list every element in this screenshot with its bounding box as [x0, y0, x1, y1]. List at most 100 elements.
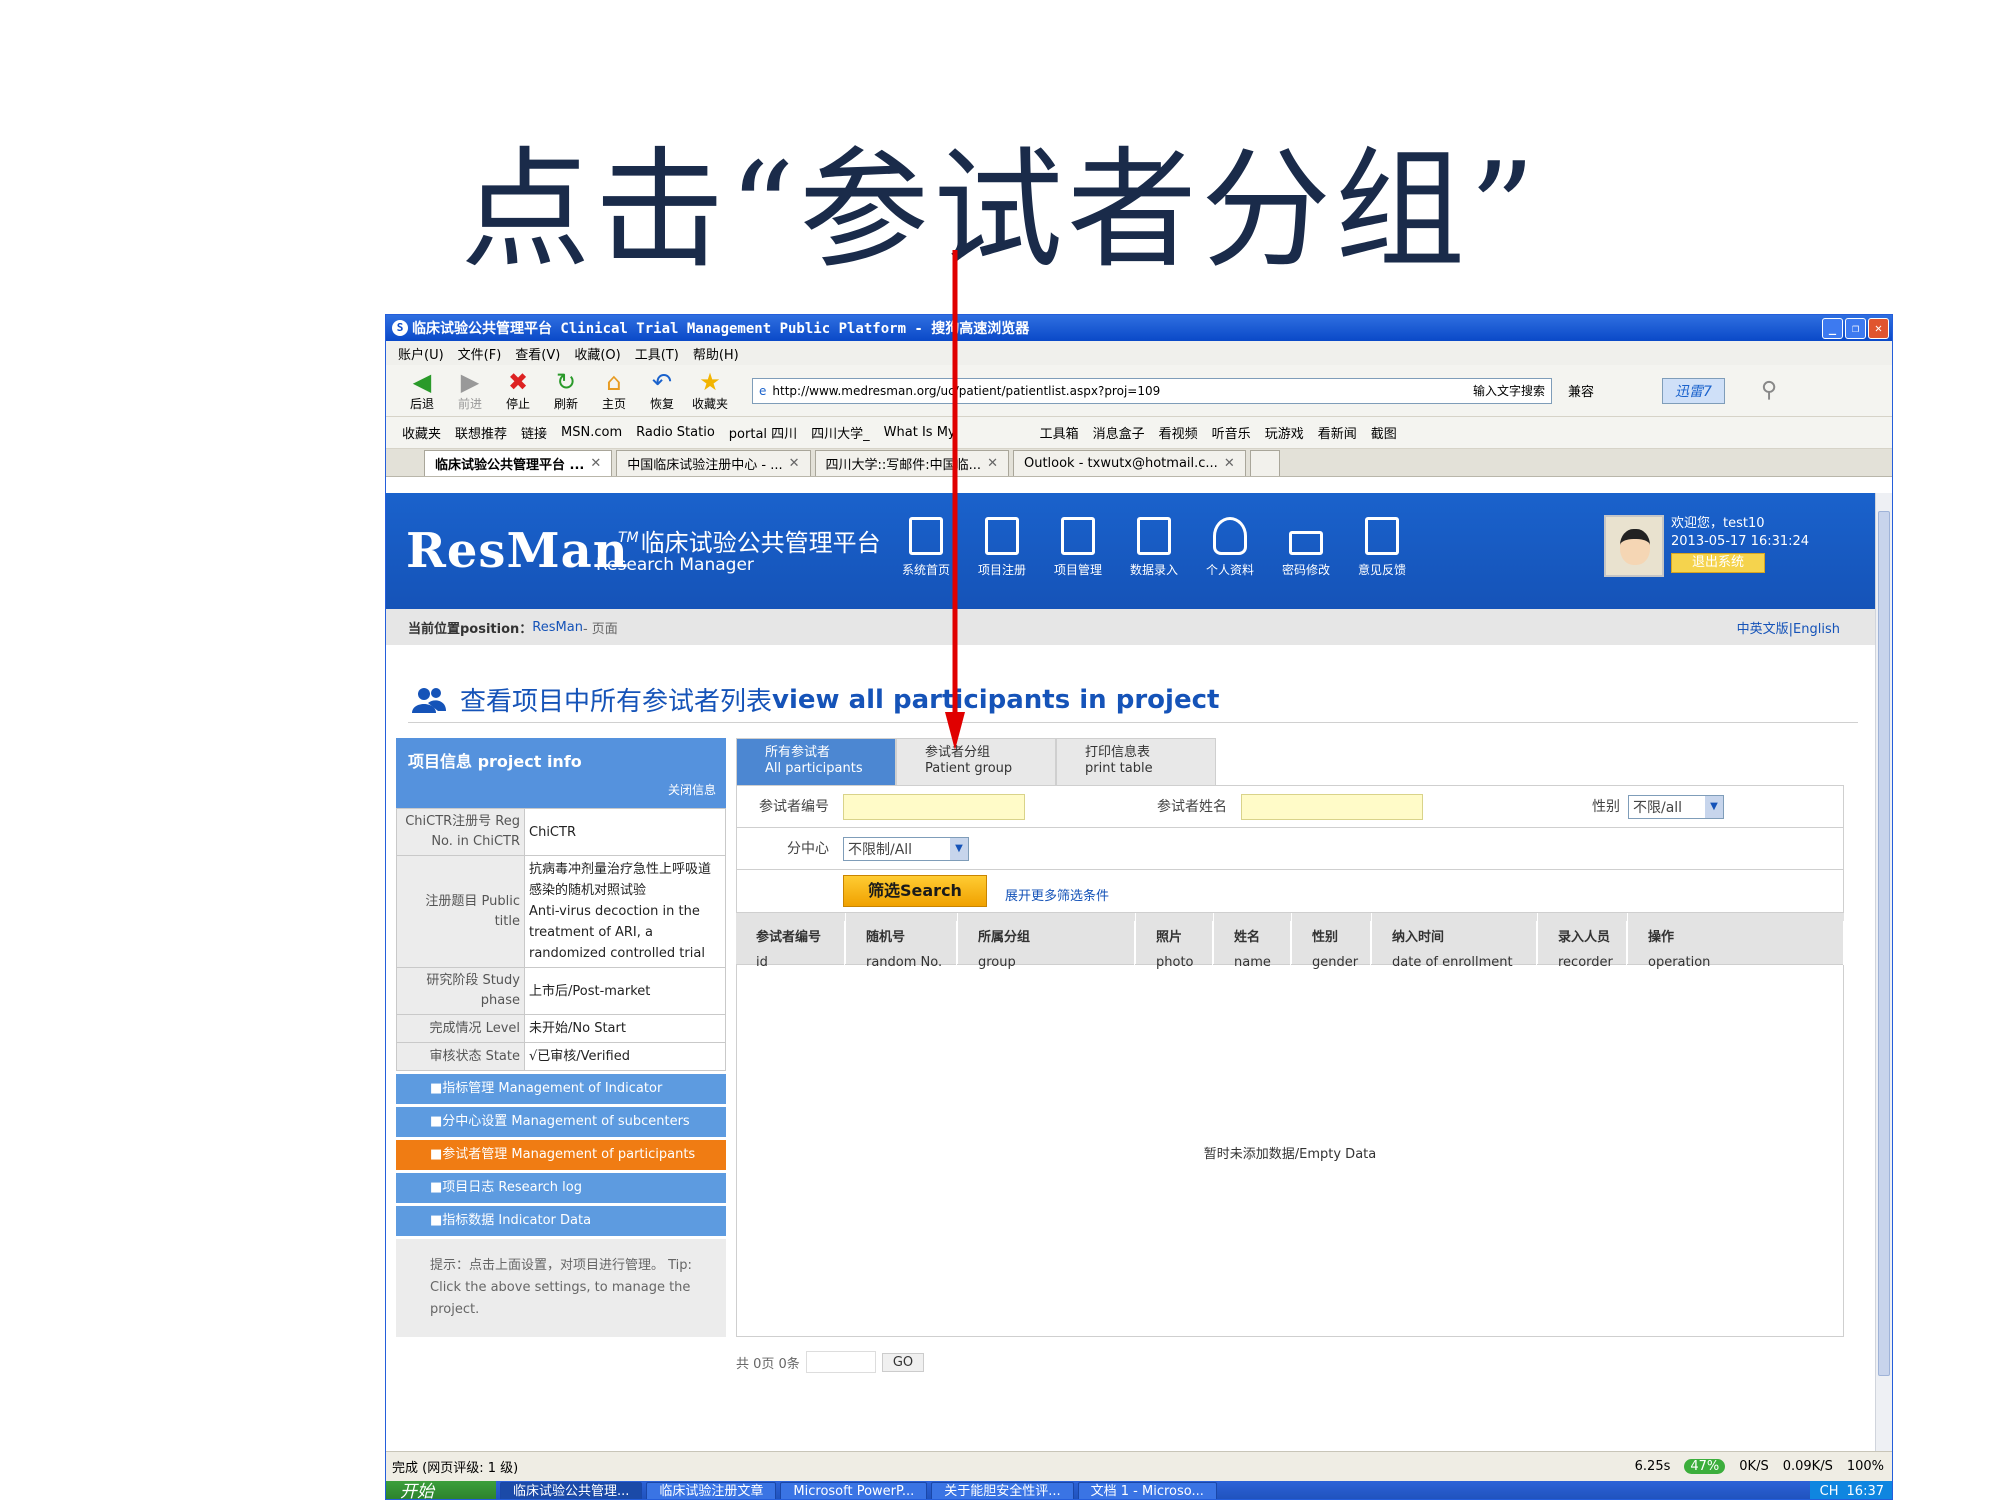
- fav-item[interactable]: 收藏夹: [402, 423, 441, 442]
- browser-tab[interactable]: Outlook - txwutx@hotmail.c... ✕: [1012, 450, 1246, 476]
- go-button[interactable]: GO: [881, 1352, 925, 1372]
- nav-register[interactable]: 项目注册: [972, 517, 1032, 578]
- home-button[interactable]: ⌂ 主页: [594, 369, 634, 412]
- menu-research-log[interactable]: ■项目日志 Research log: [396, 1173, 726, 1203]
- col-group[interactable]: 所属分组 group: [958, 913, 1136, 971]
- col-id[interactable]: 参试者编号 id: [736, 913, 846, 971]
- vertical-scrollbar[interactable]: [1875, 493, 1892, 1451]
- page-content: ResMan TM临床试验公共管理平台 Research Manager 系统首…: [386, 493, 1876, 1451]
- close-tab-icon[interactable]: ✕: [1224, 456, 1235, 471]
- fav-item[interactable]: 工具箱: [1040, 423, 1079, 442]
- col-operation[interactable]: 操作 operation: [1628, 913, 1844, 971]
- start-button[interactable]: 开始: [386, 1481, 496, 1499]
- keyboard-icon: [1289, 531, 1323, 555]
- tab-all-participants[interactable]: 所有参试者 All participants: [736, 738, 896, 785]
- browser-tab[interactable]: 四川大学::写邮件:中国临... ✕: [814, 450, 1009, 476]
- menu-participant-management[interactable]: ■参试者管理 Management of participants: [396, 1140, 726, 1170]
- compat-button[interactable]: 兼容: [1568, 381, 1594, 400]
- back-button[interactable]: ◀ 后退: [402, 369, 442, 412]
- fav-item[interactable]: Radio Statio: [636, 425, 715, 440]
- nav-data-entry[interactable]: 数据录入: [1124, 517, 1184, 578]
- status-bar: 完成 (网页评级: 1 级) 6.25s 47% 0K/S 0.09K/S 10…: [386, 1451, 1892, 1481]
- minimize-button[interactable]: _: [1822, 317, 1843, 339]
- language-switch[interactable]: 中英文版|English: [1737, 618, 1840, 637]
- fav-item[interactable]: 四川大学_: [811, 423, 870, 442]
- tab-patient-group[interactable]: 参试者分组 Patient group: [896, 738, 1056, 785]
- filter-row: 分中心 不限制/All ▼: [737, 828, 1843, 870]
- taskbar-item[interactable]: 临床试验注册文章: [646, 1482, 777, 1499]
- public-title-cn: 抗病毒冲剂量治疗急性上呼吸道感染的随机对照试验: [529, 862, 712, 898]
- col-random-no[interactable]: 随机号 random No.: [846, 913, 958, 971]
- favorites-button[interactable]: ★ 收藏夹: [690, 369, 730, 412]
- zoom-level[interactable]: 100%: [1847, 1459, 1884, 1474]
- logout-button[interactable]: 退出系统: [1671, 553, 1766, 573]
- tab-print-table[interactable]: 打印信息表 print table: [1056, 738, 1216, 785]
- menu-account[interactable]: 账户(U): [398, 344, 444, 363]
- menu-indicator-management[interactable]: ■指标管理 Management of Indicator: [396, 1074, 726, 1104]
- search-button[interactable]: 筛选Search: [843, 875, 987, 907]
- menu-favorites[interactable]: 收藏(O): [574, 344, 620, 363]
- col-enroll-date[interactable]: 纳入时间 date of enrollment: [1372, 913, 1538, 971]
- fav-item[interactable]: 看视频: [1159, 423, 1198, 442]
- col-recorder[interactable]: 录入人员 recorder: [1538, 913, 1628, 971]
- fav-item[interactable]: 链接: [521, 423, 547, 442]
- close-tab-icon[interactable]: ✕: [987, 456, 998, 471]
- participant-id-input[interactable]: [843, 793, 1025, 820]
- nav-profile[interactable]: 个人资料: [1200, 517, 1260, 578]
- fav-item[interactable]: 消息盒子: [1093, 423, 1145, 442]
- menu-help[interactable]: 帮助(H): [693, 344, 739, 363]
- menu-indicator-data[interactable]: ■指标数据 Indicator Data: [396, 1206, 726, 1236]
- col-gender[interactable]: 性别 gender: [1292, 913, 1372, 971]
- taskbar-item[interactable]: 临床试验公共管理...: [500, 1482, 643, 1499]
- col-name[interactable]: 姓名 name: [1214, 913, 1292, 971]
- nav-manage[interactable]: 项目管理: [1048, 517, 1108, 578]
- stop-button[interactable]: ✖ 停止: [498, 369, 538, 412]
- fav-item[interactable]: 玩游戏: [1265, 423, 1304, 442]
- center-select[interactable]: 不限制/All ▼: [843, 836, 969, 861]
- reg-no-value[interactable]: ChiCTR: [524, 808, 726, 856]
- address-bar[interactable]: e http://www.medresman.org/uc/patient/pa…: [752, 377, 1552, 404]
- gender-select[interactable]: 不限/all ▼: [1628, 794, 1724, 819]
- welcome-text: 欢迎您，test10: [1671, 516, 1765, 531]
- info-row: 研究阶段 Study phase 上市后/Post-market: [396, 967, 726, 1015]
- menu-file[interactable]: 文件(F): [458, 344, 502, 363]
- xunlei-button[interactable]: 迅雷7: [1662, 377, 1725, 404]
- system-tray: CH 16:37: [1809, 1481, 1892, 1499]
- nav-password[interactable]: 密码修改: [1276, 517, 1336, 578]
- taskbar-item[interactable]: 关于能胆安全性评...: [931, 1482, 1074, 1499]
- col-photo[interactable]: 照片 photo: [1136, 913, 1214, 971]
- restore-button[interactable]: ❐: [1845, 317, 1866, 339]
- search-icon[interactable]: ⚲: [1761, 378, 1777, 403]
- refresh-button[interactable]: ↻ 刷新: [546, 369, 586, 412]
- browser-tab[interactable]: 中国临床试验注册中心 - ... ✕: [616, 450, 811, 476]
- stop-label: 停止: [505, 397, 530, 411]
- forward-button[interactable]: ▶ 前进: [450, 369, 490, 412]
- fav-item[interactable]: 看新闻: [1318, 423, 1357, 442]
- fav-item[interactable]: 听音乐: [1212, 423, 1251, 442]
- browser-tab[interactable]: 临床试验公共管理平台 ... ✕: [424, 450, 613, 476]
- restore-tabs-button[interactable]: ↶ 恢复: [642, 369, 682, 412]
- new-tab-button[interactable]: [1249, 450, 1280, 476]
- input-method[interactable]: CH: [1820, 1481, 1839, 1499]
- scrollbar-thumb[interactable]: [1878, 511, 1890, 1376]
- more-filters-link[interactable]: 展开更多筛选条件: [1005, 885, 1109, 904]
- forward-arrow-icon: ▶: [460, 368, 480, 396]
- fav-item[interactable]: 截图: [1371, 423, 1397, 442]
- fav-item[interactable]: MSN.com: [561, 425, 622, 440]
- participant-name-input[interactable]: [1241, 793, 1423, 820]
- menu-tools[interactable]: 工具(T): [635, 344, 679, 363]
- close-tab-icon[interactable]: ✕: [590, 456, 601, 471]
- slide-title: 点击“参试者分组”: [460, 134, 1540, 286]
- close-window-button[interactable]: ✕: [1868, 317, 1889, 339]
- breadcrumb-link[interactable]: ResMan: [532, 620, 583, 635]
- nav-feedback[interactable]: 意见反馈: [1352, 517, 1412, 578]
- menu-subcenter-management[interactable]: ■分中心设置 Management of subcenters: [396, 1107, 726, 1137]
- page-number-input[interactable]: [805, 1351, 876, 1373]
- close-info-link[interactable]: 关闭信息: [668, 781, 716, 798]
- taskbar-item[interactable]: Microsoft PowerP...: [780, 1482, 928, 1499]
- fav-item[interactable]: 联想推荐: [455, 423, 507, 442]
- fav-item[interactable]: portal 四川: [729, 423, 797, 442]
- taskbar-item[interactable]: 文档 1 - Microso...: [1077, 1482, 1217, 1499]
- menu-view[interactable]: 查看(V): [515, 344, 560, 363]
- close-tab-icon[interactable]: ✕: [789, 456, 800, 471]
